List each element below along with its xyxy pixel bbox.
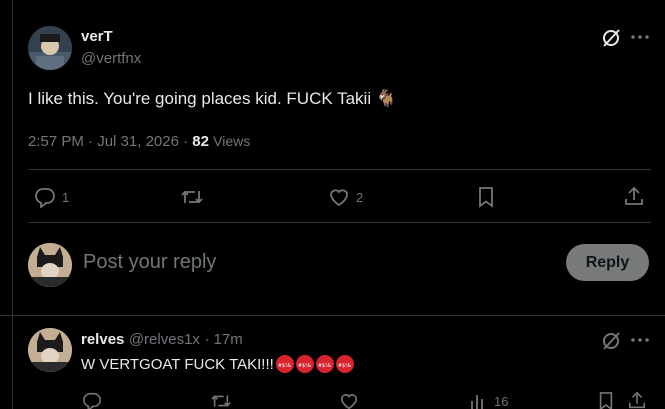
avatar[interactable] — [28, 243, 72, 287]
repost-button[interactable] — [210, 391, 232, 409]
thread-line — [12, 0, 13, 409]
share-button[interactable] — [627, 390, 647, 409]
reply-button[interactable] — [82, 391, 102, 409]
reply-input[interactable]: Post your reply — [83, 251, 216, 274]
author-handle[interactable]: @vertfnx — [81, 50, 141, 67]
angry-emoji — [335, 355, 354, 373]
share-icon — [623, 185, 645, 207]
reply-body: W VERTGOAT FUCK TAKI!!! — [81, 355, 274, 373]
tweet-time[interactable]: 2:57 PM — [28, 133, 84, 150]
meta-separator: · — [88, 133, 98, 150]
bookmark-icon — [597, 391, 615, 409]
tweet-thread: verT @vertfnx I like this. You're going … — [0, 0, 665, 409]
reply-icon — [82, 391, 102, 409]
reply-submit-button[interactable]: Reply — [566, 244, 649, 281]
goat-emoji: 🐐 — [375, 89, 398, 109]
grok-icon[interactable] — [600, 330, 622, 357]
views-count: 82 — [192, 133, 209, 150]
like-count: 2 — [356, 189, 364, 205]
repost-button[interactable] — [180, 186, 204, 208]
reply-icon — [34, 186, 56, 208]
reply-views-count: 16 — [494, 393, 509, 409]
avatar[interactable] — [28, 26, 72, 70]
bookmark-button[interactable] — [476, 186, 496, 208]
views-button[interactable]: 16 — [468, 391, 508, 409]
like-icon — [339, 391, 359, 409]
share-button[interactable] — [623, 185, 645, 207]
grok-icon[interactable] — [600, 27, 622, 54]
tweet-text: I like this. You're going places kid. FU… — [28, 89, 397, 109]
author-name[interactable]: verT — [81, 28, 113, 45]
angry-emoji — [275, 355, 294, 373]
reply-age[interactable]: 17m — [214, 331, 243, 348]
share-icon — [627, 390, 647, 409]
reply-header: relves @relves1x · 17m — [81, 331, 243, 349]
divider — [0, 315, 665, 316]
reply-text: W VERTGOAT FUCK TAKI!!! — [81, 355, 354, 373]
tweet-body: I like this. You're going places kid. FU… — [28, 89, 372, 108]
tweet-meta: 2:57 PM · Jul 31, 2026 · 82 Views — [28, 133, 250, 150]
like-icon — [328, 186, 350, 208]
more-icon[interactable] — [630, 333, 650, 352]
repost-icon — [210, 391, 232, 409]
angry-emoji — [315, 355, 334, 373]
avatar[interactable] — [28, 328, 72, 372]
bookmark-button[interactable] — [597, 391, 615, 409]
divider — [28, 222, 651, 223]
like-button[interactable]: 2 — [328, 186, 363, 208]
angry-emoji — [295, 355, 314, 373]
like-button[interactable] — [339, 391, 359, 409]
meta-separator: · — [204, 331, 214, 348]
repost-icon — [180, 186, 204, 208]
bookmark-icon — [476, 186, 496, 208]
divider — [28, 169, 651, 170]
reply-author-name[interactable]: relves — [81, 331, 124, 348]
reply-button[interactable]: 1 — [34, 186, 69, 208]
views-label: Views — [213, 133, 251, 149]
reply-author-handle[interactable]: @relves1x — [129, 331, 200, 348]
reply-count: 1 — [62, 189, 70, 205]
meta-separator: · — [183, 133, 193, 150]
views-icon — [468, 391, 488, 409]
more-icon[interactable] — [630, 30, 650, 49]
tweet-date[interactable]: Jul 31, 2026 — [97, 133, 179, 150]
